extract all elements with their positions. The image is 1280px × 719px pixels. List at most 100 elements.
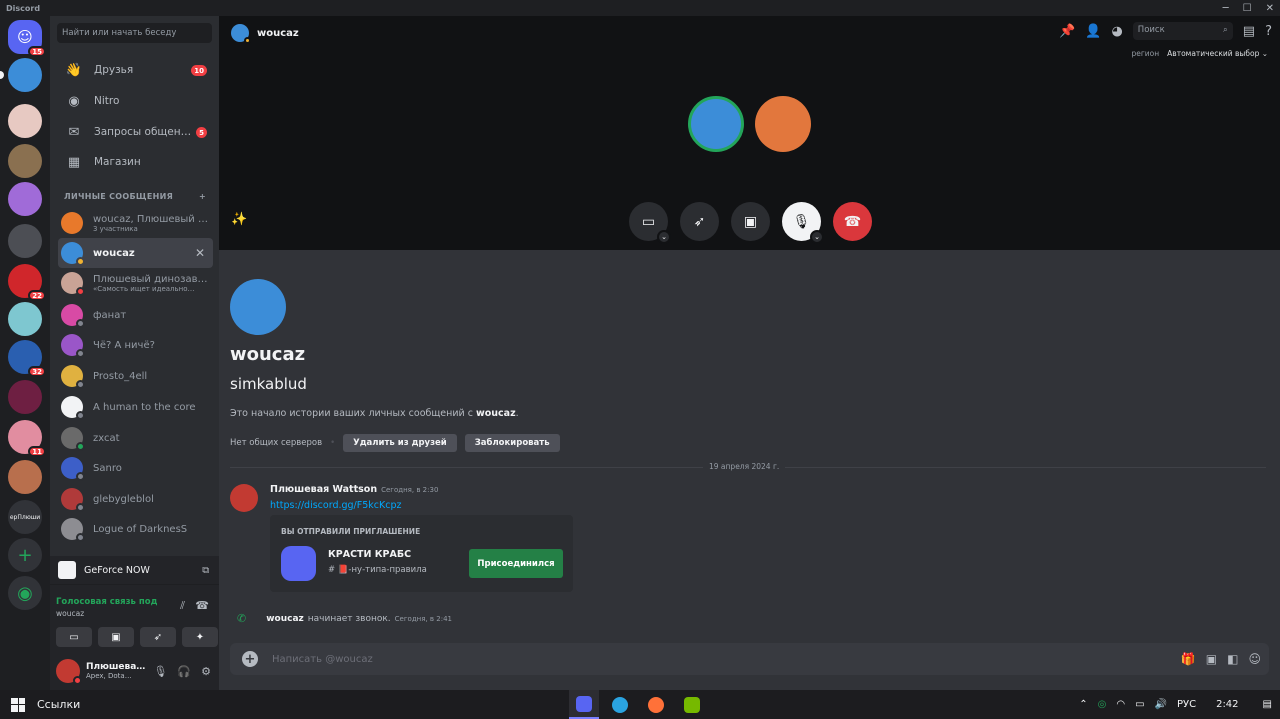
server-icon-server-tbr[interactable]: 32 bbox=[8, 340, 46, 377]
soundboard-button[interactable]: ✦ bbox=[182, 627, 218, 647]
maximize-button[interactable]: ☐ bbox=[1243, 3, 1252, 14]
stream-icon[interactable]: ⧉ bbox=[202, 565, 209, 576]
taskbar-discord[interactable] bbox=[569, 690, 599, 719]
joined-button[interactable]: Присоединился bbox=[469, 549, 563, 578]
header-search-input[interactable]: Поиск ⌕ bbox=[1132, 22, 1233, 40]
headphones-icon[interactable]: 🎧 bbox=[177, 665, 191, 678]
activity-button[interactable]: ➶ bbox=[140, 627, 176, 647]
share-screen-button[interactable]: ▣ bbox=[731, 202, 770, 241]
attach-button[interactable]: + bbox=[242, 651, 258, 667]
battery-icon[interactable]: ▭ bbox=[1135, 699, 1144, 710]
pin-icon[interactable]: 📌 bbox=[1059, 24, 1075, 39]
mic-icon[interactable]: 🎙 bbox=[153, 665, 167, 678]
taskbar-nvidia[interactable] bbox=[677, 690, 707, 719]
explore-servers-button[interactable]: ◉ bbox=[8, 576, 42, 610]
camera-button[interactable]: ▭ ⌄ bbox=[629, 202, 671, 244]
call-event-author[interactable]: woucaz bbox=[266, 614, 304, 624]
taskbar-firefox[interactable] bbox=[641, 690, 671, 719]
dm-item[interactable]: woucaz ✕ bbox=[58, 238, 213, 268]
call-participant-self[interactable] bbox=[755, 96, 811, 152]
voice-status[interactable]: Голосовая связь под bbox=[56, 597, 157, 607]
dm-item[interactable]: A human to the core bbox=[58, 392, 213, 422]
server-icon-server-dark[interactable] bbox=[8, 380, 42, 414]
emoji-icon[interactable]: ☺ bbox=[1248, 652, 1261, 666]
hang-up-button[interactable]: ☎ bbox=[833, 202, 872, 241]
gift-icon[interactable]: 🎁 bbox=[1181, 652, 1196, 666]
profile-icon[interactable]: ◕ bbox=[1111, 24, 1122, 39]
message-author[interactable]: Плюшевая Wattson Сегодня, в 2:30 bbox=[270, 484, 438, 495]
message-input[interactable]: Написать @woucaz bbox=[272, 654, 373, 665]
sticker-icon[interactable]: ◧ bbox=[1227, 652, 1238, 666]
message-link[interactable]: https://discord.gg/F5kcKcpz bbox=[270, 500, 401, 511]
chevron-up-icon[interactable]: ⌃ bbox=[1079, 699, 1087, 710]
close-button[interactable]: ✕ bbox=[1266, 3, 1274, 14]
server-icon-server-boy[interactable] bbox=[8, 460, 42, 494]
windows-start-icon[interactable] bbox=[11, 697, 25, 712]
user-status-text: Apex, Dota… bbox=[86, 672, 132, 680]
wifi-icon[interactable]: ◠ bbox=[1116, 699, 1125, 710]
disconnect-icon[interactable]: ☎ bbox=[195, 599, 209, 612]
create-dm-button[interactable]: + bbox=[199, 192, 206, 201]
server-icon-server-anime[interactable] bbox=[8, 302, 42, 336]
game-activity[interactable]: GeForce NOW ⧉ bbox=[50, 556, 219, 584]
minimize-button[interactable]: ─ bbox=[1223, 3, 1229, 14]
add-friends-icon[interactable]: 👤 bbox=[1085, 24, 1101, 39]
chevron-down-icon[interactable]: ⌄ bbox=[657, 230, 671, 244]
chevron-down-icon[interactable]: ⌄ bbox=[810, 230, 824, 244]
call-participant-woucaz[interactable] bbox=[688, 96, 744, 152]
dm-item[interactable]: Logue of DarknesS bbox=[58, 514, 213, 544]
invite-server-icon[interactable] bbox=[281, 546, 316, 581]
xbox-icon[interactable]: ◎ bbox=[1098, 699, 1107, 710]
dm-item[interactable]: Prosto_4ell bbox=[58, 361, 213, 391]
dm-item[interactable]: Чё? А ничё? bbox=[58, 330, 213, 360]
author-name[interactable]: Плюшевая Wattson bbox=[270, 484, 377, 495]
call-event-message: ✆ woucaz начинает звонок. Сегодня, в 2:4… bbox=[237, 612, 452, 625]
camera-off-button[interactable]: ▭ bbox=[56, 627, 92, 647]
server-icon-home[interactable]: ☺ 15 bbox=[8, 20, 46, 57]
dm-item[interactable]: zxcat bbox=[58, 423, 213, 453]
taskbar-telegram[interactable] bbox=[605, 690, 635, 719]
gif-icon[interactable]: ▣ bbox=[1206, 652, 1217, 666]
server-icon-server-text[interactable]: epПлюши bbox=[8, 500, 42, 534]
server-icon-server-krabs[interactable] bbox=[8, 182, 42, 216]
server-icon-server-dog[interactable] bbox=[8, 144, 42, 178]
mute-button[interactable]: 🎙 ⌄ bbox=[782, 202, 824, 244]
add-server-button[interactable]: + bbox=[8, 538, 42, 572]
nav-nitro[interactable]: ◉ Nitro bbox=[58, 88, 213, 114]
server-icon-server-girl[interactable]: 11 bbox=[8, 420, 46, 457]
message-avatar[interactable] bbox=[230, 484, 258, 512]
message-composer[interactable]: + Написать @woucaz 🎁 ▣ ◧ ☺ bbox=[230, 643, 1269, 675]
inbox-icon[interactable]: ▤ bbox=[1243, 24, 1255, 39]
server-icon-server-grey[interactable] bbox=[8, 224, 42, 258]
help-icon[interactable]: ? bbox=[1265, 24, 1272, 39]
profile-avatar[interactable] bbox=[230, 279, 286, 335]
dm-item[interactable]: Sanro bbox=[58, 453, 213, 483]
screen-share-button[interactable]: ▣ bbox=[98, 627, 134, 647]
dm-item[interactable]: Плюшевый динозав… «Самость ищет идеально… bbox=[58, 268, 213, 298]
notifications-icon[interactable]: ▤ bbox=[1263, 699, 1272, 710]
dm-item[interactable]: glebygleblol bbox=[58, 484, 213, 514]
remove-friend-button[interactable]: Удалить из друзей bbox=[343, 434, 457, 452]
nav-message-requests[interactable]: ✉ Запросы общен… 5 bbox=[58, 119, 213, 145]
volume-icon[interactable]: 🔊 bbox=[1155, 699, 1167, 710]
clock[interactable]: 2:42 bbox=[1216, 699, 1238, 710]
noise-suppression-icon[interactable]: ⫽ bbox=[180, 599, 185, 613]
server-icon-server-pink[interactable] bbox=[8, 104, 42, 138]
taskbar-search[interactable]: Ссылки bbox=[37, 698, 80, 711]
server-icon-server-red[interactable]: 22 bbox=[8, 264, 46, 301]
language-indicator[interactable]: РУС bbox=[1177, 699, 1196, 710]
block-button[interactable]: Заблокировать bbox=[464, 434, 560, 452]
dm-item[interactable]: фанат bbox=[58, 300, 213, 330]
settings-icon[interactable]: ⚙ bbox=[201, 665, 211, 678]
dm-item[interactable]: woucaz, Плюшевый … 3 участника bbox=[58, 208, 213, 238]
user-avatar[interactable] bbox=[56, 659, 82, 685]
server-icon-woucaz[interactable] bbox=[8, 58, 42, 92]
invite-server-name[interactable]: КРАСТИ КРАБС bbox=[328, 549, 411, 560]
region-selector[interactable]: регион Автоматический выбор ⌄ bbox=[1131, 49, 1268, 58]
activities-icon[interactable]: ✨ bbox=[231, 212, 247, 227]
activity-launch-button[interactable]: ➶ bbox=[680, 202, 719, 241]
nav-friends[interactable]: 👋 Друзья 10 bbox=[58, 57, 213, 83]
dm-search-input[interactable]: Найти или начать беседу bbox=[57, 23, 212, 43]
nav-shop[interactable]: ▦ Магазин bbox=[58, 149, 213, 175]
close-dm-icon[interactable]: ✕ bbox=[195, 246, 205, 260]
